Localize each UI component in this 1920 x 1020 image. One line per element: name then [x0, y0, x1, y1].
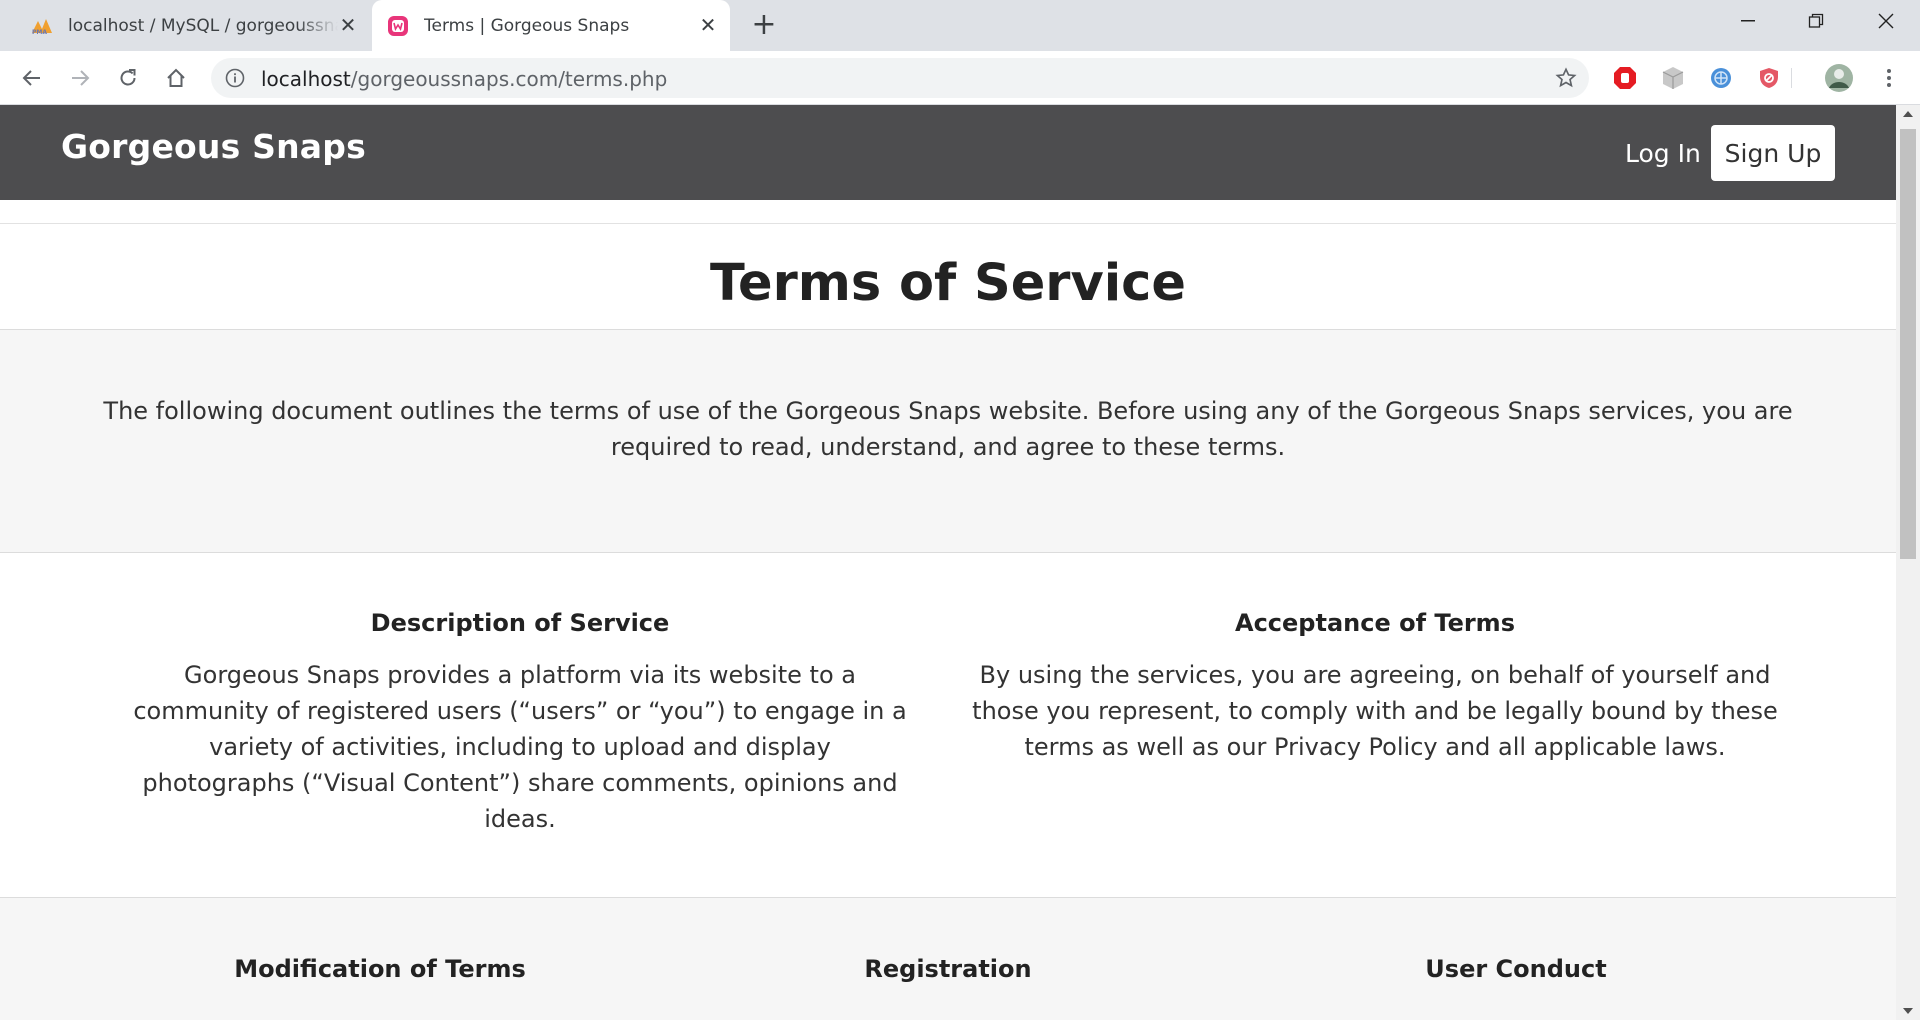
close-icon[interactable]: ✕ — [696, 13, 720, 37]
window-close-icon[interactable] — [1856, 0, 1916, 42]
section-heading-registration: Registration — [864, 955, 1032, 983]
home-icon[interactable] — [160, 62, 192, 94]
tab-strip: PMA localhost / MySQL / gorgeoussnaps ✕ … — [0, 0, 1920, 51]
scroll-down-arrow-icon[interactable] — [1903, 1008, 1913, 1014]
forward-icon[interactable] — [64, 62, 96, 94]
url-text[interactable]: localhost/gorgeoussnaps.com/terms.php — [261, 67, 667, 91]
new-tab-button[interactable]: + — [750, 10, 778, 40]
page-viewport: Gorgeous Snaps Log In Sign Up Terms of S… — [0, 105, 1896, 1020]
terms-band-two: Modification of Terms Registration User … — [0, 897, 1896, 1020]
toolbar-divider — [1791, 68, 1792, 88]
address-bar[interactable]: localhost/gorgeoussnaps.com/terms.php — [211, 58, 1589, 98]
scrollbar-thumb[interactable] — [1900, 129, 1916, 559]
adblock-icon[interactable] — [1612, 65, 1638, 91]
back-icon[interactable] — [16, 62, 48, 94]
tab-title: Terms | Gorgeous Snaps — [424, 15, 630, 36]
svg-text:PMA: PMA — [32, 29, 47, 35]
section-heading-modification: Modification of Terms — [234, 955, 526, 983]
menu-kebab-icon[interactable] — [1876, 65, 1902, 91]
tab-title: localhost / MySQL / gorgeoussnaps — [68, 15, 338, 36]
intro-text: The following document outlines the term… — [103, 397, 1793, 461]
tab-terms[interactable]: Terms | Gorgeous Snaps ✕ — [372, 0, 730, 51]
restore-icon[interactable] — [1786, 0, 1846, 42]
section-description-of-service: Description of Service Gorgeous Snaps pr… — [130, 609, 910, 837]
cube-icon[interactable] — [1660, 65, 1686, 91]
section-heading: Acceptance of Terms — [1235, 609, 1515, 637]
section-acceptance-of-terms: Acceptance of Terms By using the service… — [965, 609, 1785, 765]
login-link[interactable]: Log In — [1625, 139, 1701, 168]
close-icon[interactable]: ✕ — [336, 13, 360, 37]
minimize-icon[interactable] — [1718, 0, 1778, 42]
signup-button[interactable]: Sign Up — [1711, 125, 1835, 181]
page-title: Terms of Service — [709, 254, 1186, 313]
page-scrollbar[interactable] — [1896, 105, 1920, 1020]
section-heading-user-conduct: User Conduct — [1425, 955, 1607, 983]
url-host: localhost — [261, 67, 351, 91]
browser-toolbar: localhost/gorgeoussnaps.com/terms.php — [0, 51, 1920, 105]
bookmark-star-icon[interactable] — [1555, 67, 1577, 93]
globe-icon[interactable] — [1708, 65, 1734, 91]
shield-icon[interactable] — [1756, 65, 1782, 91]
site-navbar: Gorgeous Snaps Log In Sign Up — [0, 105, 1896, 200]
reload-icon[interactable] — [112, 62, 144, 94]
scroll-up-arrow-icon[interactable] — [1903, 111, 1913, 117]
intro-band: The following document outlines the term… — [0, 329, 1896, 553]
url-path: /gorgeoussnaps.com/terms.php — [350, 67, 668, 91]
phpmyadmin-icon: PMA — [30, 14, 54, 38]
site-brand-link[interactable]: Gorgeous Snaps — [61, 127, 366, 166]
info-icon[interactable] — [225, 68, 245, 92]
section-body: By using the services, you are agreeing,… — [972, 661, 1778, 761]
tab-phpmyadmin[interactable]: PMA localhost / MySQL / gorgeoussnaps ✕ — [24, 0, 370, 51]
wamp-icon — [386, 14, 410, 38]
avatar[interactable] — [1824, 63, 1854, 93]
section-heading: Description of Service — [370, 609, 670, 637]
section-body: Gorgeous Snaps provides a platform via i… — [133, 661, 907, 833]
